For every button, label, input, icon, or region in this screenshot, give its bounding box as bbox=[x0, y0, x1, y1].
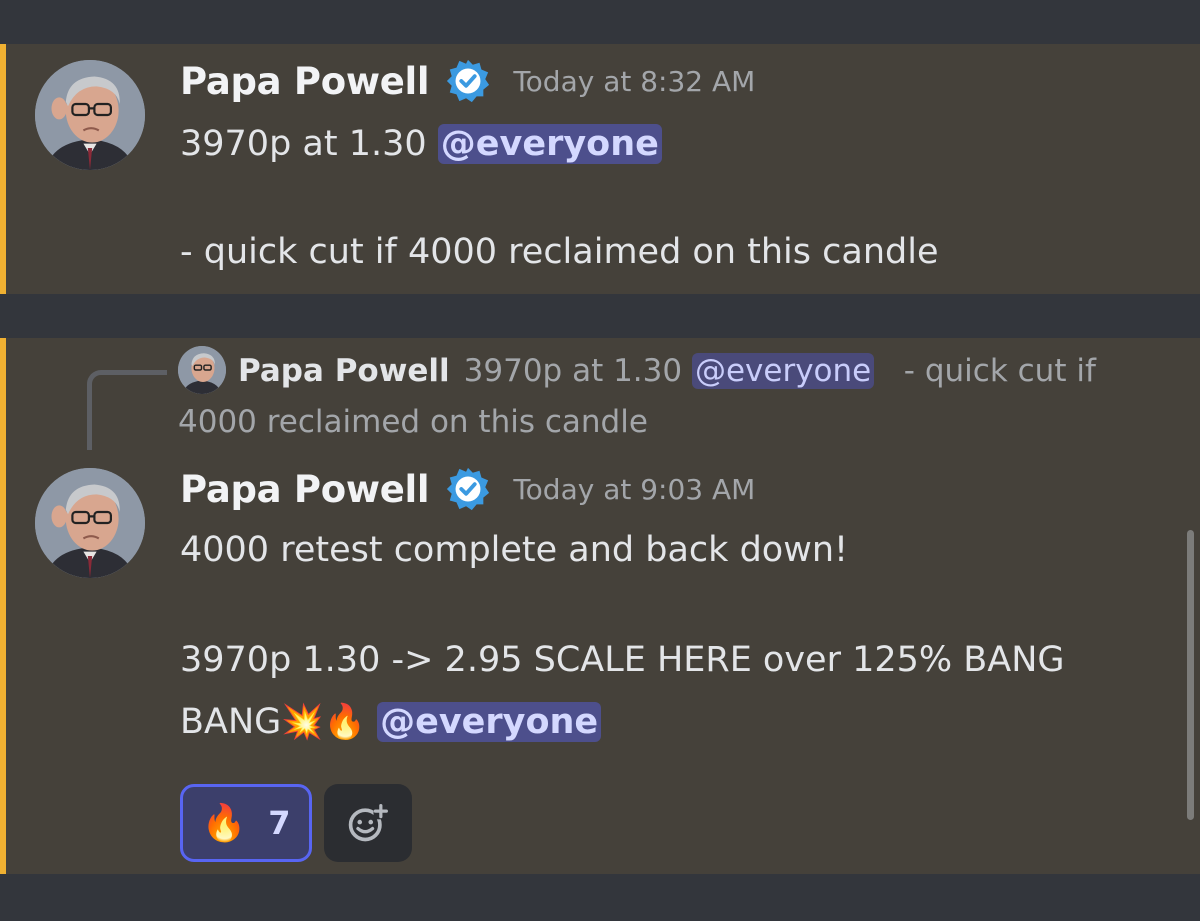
add-reaction-icon bbox=[348, 803, 389, 842]
message-text: BANG bbox=[180, 702, 282, 742]
avatar-portrait-icon bbox=[35, 60, 145, 170]
reply-text: 3970p at 1.30 bbox=[463, 353, 692, 389]
mention-everyone[interactable]: @everyone bbox=[377, 702, 602, 742]
timestamp: Today at 8:32 AM bbox=[513, 64, 756, 98]
message-text: 3970p at 1.30 bbox=[180, 124, 438, 164]
reply-mention: @everyone bbox=[691, 353, 875, 389]
avatar-portrait-icon bbox=[35, 468, 145, 578]
message-highlighted[interactable]: Papa Powell 3970p at 1.30 @everyone - qui… bbox=[0, 338, 1200, 874]
reply-preview[interactable]: Papa Powell 3970p at 1.30 @everyone - qui… bbox=[178, 345, 1138, 447]
verified-badge-icon bbox=[445, 58, 491, 104]
add-reaction-button[interactable] bbox=[324, 784, 412, 862]
username[interactable]: Papa Powell bbox=[180, 468, 430, 511]
reply-avatar[interactable] bbox=[178, 345, 226, 394]
reply-connector bbox=[87, 370, 167, 450]
chat-frame: Papa Powell Today at 8:32 AM 3970p at 1.… bbox=[0, 0, 1200, 921]
message-highlighted[interactable]: Papa Powell Today at 8:32 AM 3970p at 1.… bbox=[0, 44, 1200, 294]
message-line: BANG💥🔥 @everyone bbox=[180, 695, 602, 749]
avatar[interactable] bbox=[35, 60, 145, 170]
reaction-fire[interactable]: 🔥 7 bbox=[180, 784, 312, 862]
verified-badge-icon bbox=[445, 466, 491, 512]
mention-everyone[interactable]: @everyone bbox=[437, 124, 662, 164]
message-text: - quick cut if 4000 reclaimed on this ca… bbox=[180, 232, 939, 272]
avatar[interactable] bbox=[35, 468, 145, 578]
message-header: Papa Powell Today at 8:32 AM bbox=[180, 58, 755, 104]
message-text: 3970p 1.30 -> 2.95 SCALE HERE over 125% … bbox=[180, 640, 1065, 680]
mention-highlight-bar bbox=[0, 338, 6, 874]
reply-username[interactable]: Papa Powell bbox=[238, 353, 450, 389]
emoji-collision-fire: 💥🔥 bbox=[281, 702, 366, 742]
reactions-bar: 🔥 7 bbox=[180, 784, 412, 862]
reaction-count: 7 bbox=[268, 804, 291, 842]
message-header: Papa Powell Today at 9:03 AM bbox=[180, 466, 755, 512]
avatar-portrait-icon bbox=[178, 345, 226, 394]
username[interactable]: Papa Powell bbox=[180, 60, 430, 103]
mention-highlight-bar bbox=[0, 44, 6, 294]
message-line: 3970p at 1.30 @everyone bbox=[180, 117, 938, 171]
timestamp: Today at 9:03 AM bbox=[513, 472, 756, 506]
message-content: 3970p at 1.30 @everyone - quick cut if 4… bbox=[180, 117, 938, 279]
scrollbar-thumb[interactable] bbox=[1187, 530, 1194, 820]
message-text: 4000 retest complete and back down! bbox=[180, 530, 849, 570]
fire-icon: 🔥 bbox=[201, 803, 247, 844]
